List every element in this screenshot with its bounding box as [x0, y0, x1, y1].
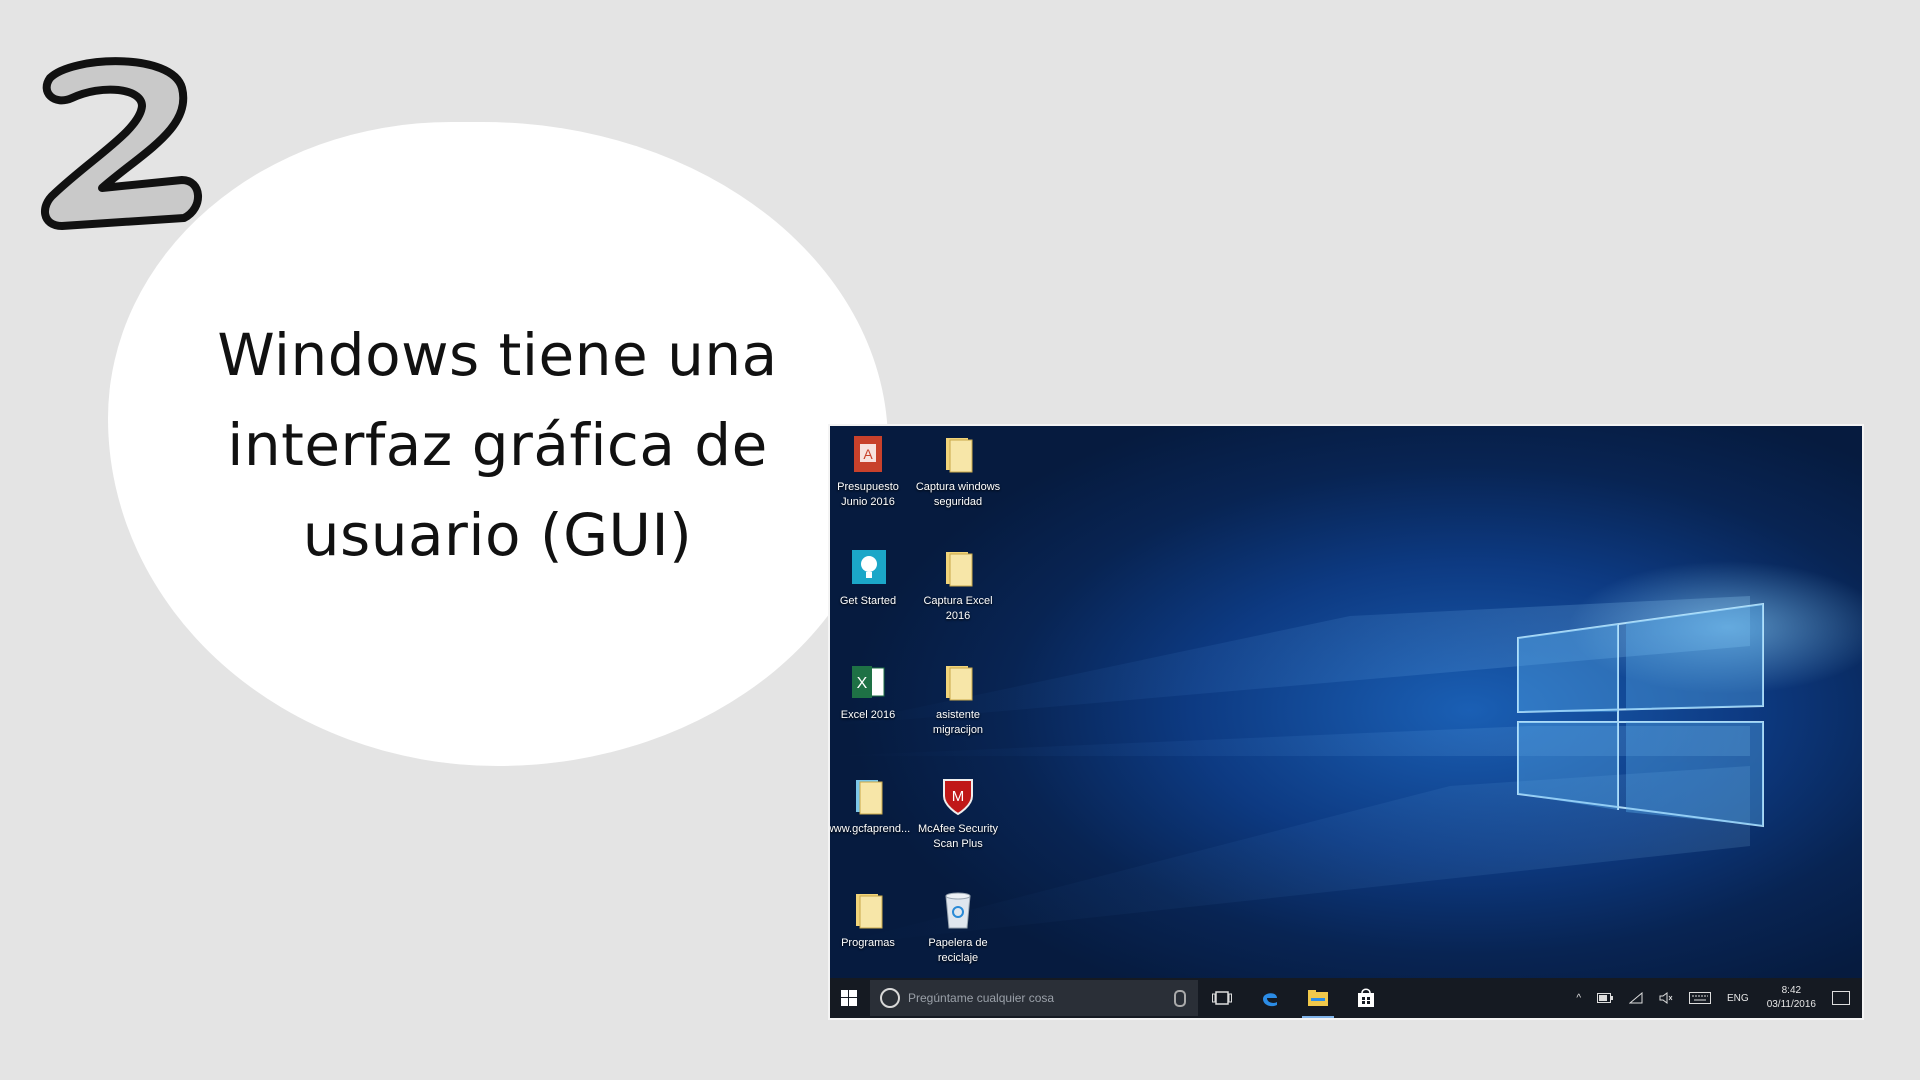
svg-text:M: M — [952, 788, 965, 805]
slide-text-line: Windows tiene una — [217, 321, 778, 389]
folder-icon — [936, 432, 980, 476]
chevron-up-icon[interactable]: ^ — [1568, 993, 1589, 1004]
slide-text-line: usuario (GUI) — [302, 501, 693, 569]
edge-button[interactable] — [1246, 978, 1294, 1018]
taskbar: Pregúntame cualquier cosa ^ ENG 8:42 03/… — [830, 978, 1862, 1018]
store-icon — [1358, 988, 1374, 1007]
desktop-icon-mcafee[interactable]: M McAfee Security Scan Plus — [912, 774, 1004, 852]
svg-text:A: A — [863, 446, 873, 462]
get-started-icon — [846, 546, 890, 590]
desktop-icon-asistente[interactable]: asistente migracijon — [912, 660, 1004, 738]
action-center-icon[interactable] — [1832, 991, 1850, 1005]
pdf-icon: A — [846, 432, 890, 476]
folder-icon — [846, 774, 890, 818]
svg-text:X: X — [857, 675, 868, 692]
file-explorer-button[interactable] — [1294, 978, 1342, 1018]
windows-desktop-screenshot: A Presupuesto Junio 2016 Captura windows s… — [830, 426, 1862, 1018]
excel-icon: X — [846, 660, 890, 704]
mcafee-icon: M — [936, 774, 980, 818]
keyboard-icon[interactable] — [1681, 992, 1719, 1004]
store-button[interactable] — [1342, 978, 1390, 1018]
file-explorer-icon — [1308, 990, 1328, 1006]
desktop-icon-captura-excel[interactable]: Captura Excel 2016 — [912, 546, 1004, 624]
recycle-bin-icon — [936, 888, 980, 932]
folder-icon — [846, 888, 890, 932]
system-tray: ^ ENG 8:42 03/11/2016 — [1568, 978, 1862, 1018]
start-button[interactable] — [830, 978, 868, 1018]
desktop-icon-captura-windows[interactable]: Captura windows seguridad — [912, 432, 1004, 510]
microphone-icon[interactable] — [1174, 990, 1186, 1007]
task-view-icon — [1212, 991, 1232, 1005]
volume-muted-icon[interactable] — [1651, 992, 1681, 1004]
slide-text-line: interfaz gráfica de — [227, 411, 768, 479]
folder-icon — [936, 660, 980, 704]
folder-icon — [936, 546, 980, 590]
desktop-icon-get-started[interactable]: Get Started — [830, 546, 914, 609]
battery-icon[interactable] — [1589, 993, 1621, 1003]
slide-body-text: Windows tiene una interfaz gráfica de us… — [140, 310, 855, 580]
cortana-search-box[interactable]: Pregúntame cualquier cosa — [870, 980, 1198, 1016]
clock-date: 03/11/2016 — [1766, 999, 1816, 1010]
taskbar-clock[interactable]: 8:42 03/11/2016 — [1757, 984, 1826, 1012]
desktop-icon-programas[interactable]: Programas — [830, 888, 914, 951]
desktop-icon-recycle-bin[interactable]: Papelera de reciclaje — [912, 888, 1004, 966]
desktop-icon-gcfaprende[interactable]: www.gcfaprend... — [830, 774, 914, 837]
edge-icon — [1263, 993, 1277, 1007]
task-view-button[interactable] — [1198, 978, 1246, 1018]
desktop-icon-presupuesto[interactable]: A Presupuesto Junio 2016 — [830, 432, 914, 510]
desktop-icon-excel-2016[interactable]: X Excel 2016 — [830, 660, 914, 723]
search-placeholder: Pregúntame cualquier cosa — [908, 991, 1055, 1005]
windows-logo-icon — [841, 990, 857, 1006]
wifi-icon[interactable] — [1621, 992, 1651, 1004]
cortana-icon — [880, 988, 900, 1008]
clock-time: 8:42 — [1781, 985, 1802, 996]
language-indicator[interactable]: ENG — [1719, 993, 1757, 1004]
